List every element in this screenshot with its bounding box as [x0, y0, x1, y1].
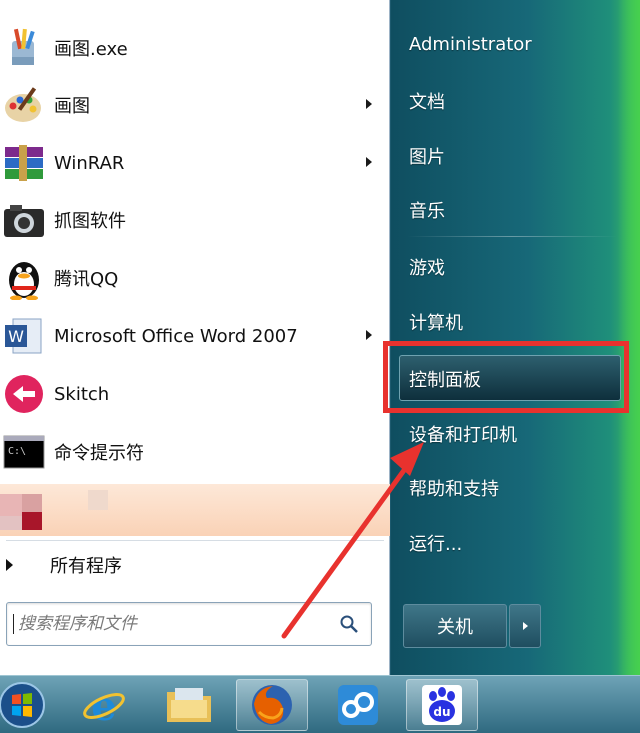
search-input[interactable]: [13, 614, 313, 634]
program-item-cmd[interactable]: C:\ 命令提示符: [0, 425, 390, 479]
help-support-link[interactable]: 帮助和支持: [409, 475, 499, 501]
submenu-arrow-icon: [366, 330, 372, 340]
search-box[interactable]: [6, 602, 372, 646]
expand-arrow-icon: [6, 559, 13, 571]
blur-pixel: [0, 494, 22, 516]
program-item-skitch[interactable]: Skitch: [0, 367, 390, 421]
music-link[interactable]: 音乐: [409, 197, 445, 223]
taskbar-firefox[interactable]: [236, 679, 308, 731]
documents-link[interactable]: 文档: [409, 88, 445, 114]
program-label: 抓图软件: [54, 211, 126, 232]
chevron-right-icon: [522, 622, 528, 630]
svg-text:du: du: [433, 705, 450, 719]
program-item-qq[interactable]: 腾讯QQ: [0, 251, 390, 305]
games-link[interactable]: 游戏: [409, 254, 445, 280]
shutdown-options-button[interactable]: [509, 604, 541, 648]
blurred-recent-item[interactable]: [0, 484, 390, 536]
blur-pixel: [0, 516, 22, 530]
firefox-icon: [252, 685, 292, 725]
taskbar-baidu-cloud[interactable]: [322, 679, 394, 731]
folder-icon: [167, 688, 211, 722]
camera-icon: [2, 198, 46, 242]
submenu-arrow-icon: [366, 157, 372, 167]
svg-text:W: W: [8, 327, 24, 346]
program-item-paint[interactable]: 画图: [0, 78, 390, 132]
svg-text:C:\: C:\: [8, 446, 26, 457]
program-item-paint-exe[interactable]: 画图.exe: [0, 21, 390, 75]
paint-brushes-icon: [2, 26, 46, 70]
taskbar-explorer[interactable]: [153, 679, 225, 731]
blur-pixel: [88, 490, 108, 510]
run-link[interactable]: 运行...: [409, 530, 462, 556]
cmd-icon: C:\: [2, 430, 46, 474]
taskbar-baidu[interactable]: du: [406, 679, 478, 731]
program-label: 命令提示符: [54, 443, 144, 464]
submenu-arrow-icon: [366, 99, 372, 109]
program-item-winrar[interactable]: WinRAR: [0, 136, 390, 190]
winrar-books-icon: [2, 141, 46, 185]
user-folder-link[interactable]: Administrator: [409, 34, 532, 55]
start-button[interactable]: [0, 679, 58, 731]
shutdown-label: 关机: [437, 617, 473, 638]
taskbar-ie[interactable]: e: [68, 679, 140, 731]
program-item-screenshot-tool[interactable]: 抓图软件: [0, 193, 390, 247]
baidu-paw-icon: du: [422, 685, 462, 725]
pictures-link[interactable]: 图片: [409, 143, 445, 169]
shutdown-button[interactable]: 关机: [403, 604, 507, 648]
aero-glow: [618, 0, 640, 675]
control-panel-link[interactable]: 控制面板: [409, 366, 481, 392]
paint-palette-icon: [2, 83, 46, 127]
search-icon[interactable]: [339, 614, 359, 634]
blur-pixel: [22, 512, 42, 530]
places-panel: Administrator 文档 图片 音乐 游戏 计算机 控制面板 设备和打印…: [391, 0, 640, 675]
program-label: 画图: [54, 96, 90, 117]
svg-text:e: e: [91, 683, 116, 728]
skitch-icon: [2, 372, 46, 416]
all-programs-label: 所有程序: [50, 556, 122, 577]
start-orb-icon: [0, 682, 45, 728]
program-label: 画图.exe: [54, 39, 128, 60]
devices-printers-link[interactable]: 设备和打印机: [409, 421, 517, 447]
ie-icon: e: [83, 683, 125, 728]
baidu-cloud-icon: [338, 685, 378, 725]
divider: [6, 540, 384, 541]
computer-link[interactable]: 计算机: [409, 309, 463, 335]
word-icon: W: [2, 314, 46, 358]
program-label: WinRAR: [54, 152, 125, 174]
all-programs-button[interactable]: 所有程序: [0, 548, 390, 582]
taskbar: e du: [0, 675, 640, 733]
program-label: Skitch: [54, 383, 110, 405]
qq-penguin-icon: [2, 256, 46, 300]
program-item-word-2007[interactable]: W Microsoft Office Word 2007: [0, 309, 390, 363]
program-label: Microsoft Office Word 2007: [54, 325, 298, 347]
separator: [407, 236, 617, 237]
program-label: 腾讯QQ: [54, 269, 119, 290]
programs-panel: 画图.exe 画图 WinRAR 抓图软件 腾讯QQ W Microsoft O…: [0, 0, 390, 675]
